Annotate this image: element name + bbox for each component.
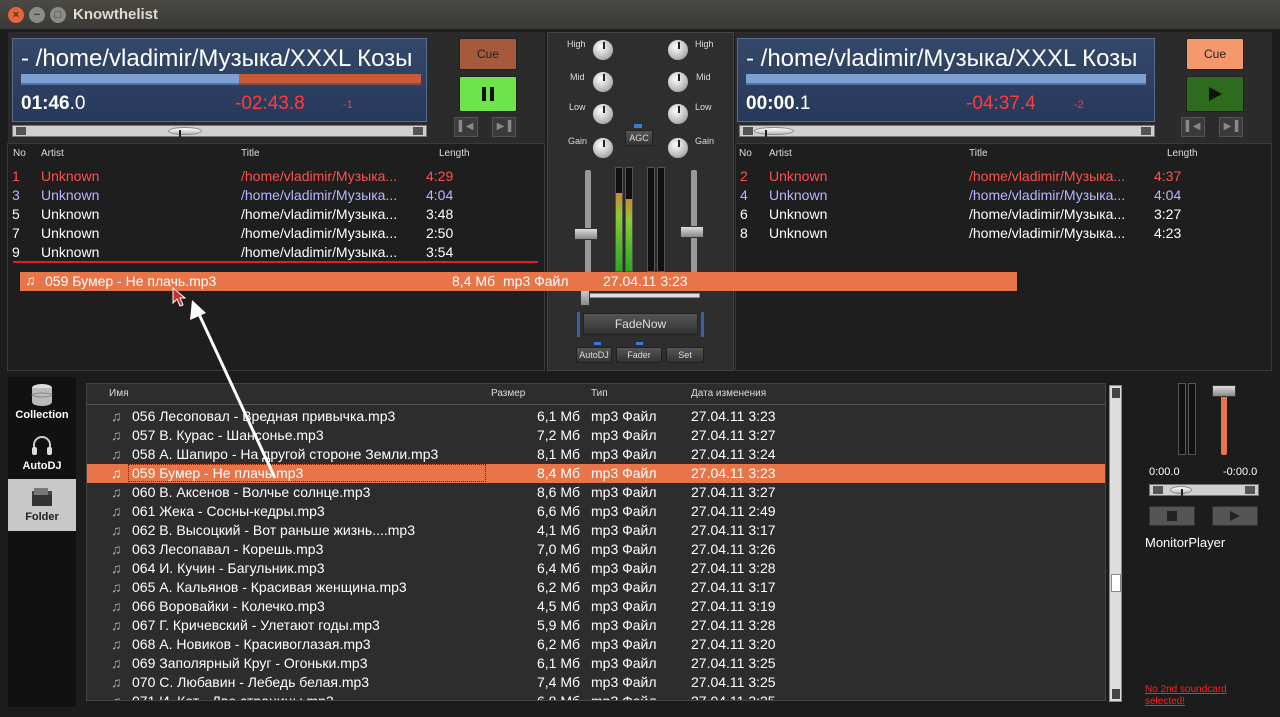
monitor-time-remaining: -0:00.0 <box>1223 466 1258 478</box>
monitor-player-label: MonitorPlayer <box>1145 535 1226 550</box>
soundcard-warning-link[interactable]: No 2nd soundcard selected! <box>1145 684 1245 708</box>
monitor-level-meter-a <box>1178 383 1186 455</box>
drag-arrow-annotation <box>190 300 277 479</box>
play-icon <box>1230 511 1240 521</box>
monitor-player: 0:00.0 -0:00.0 MonitorPlayer No 2nd soun… <box>1130 377 1278 707</box>
monitor-volume-fader[interactable] <box>1212 385 1236 397</box>
monitor-time-position: 0:00.0 <box>1149 466 1180 478</box>
monitor-stop-button[interactable] <box>1149 506 1195 526</box>
stop-icon <box>1167 511 1177 521</box>
mouse-cursor-icon <box>172 287 186 307</box>
monitor-play-button[interactable] <box>1212 506 1258 526</box>
monitor-level-meter-b <box>1188 383 1196 455</box>
monitor-seek-bar[interactable] <box>1149 484 1259 496</box>
monitor-seek-handle[interactable] <box>1170 486 1192 496</box>
